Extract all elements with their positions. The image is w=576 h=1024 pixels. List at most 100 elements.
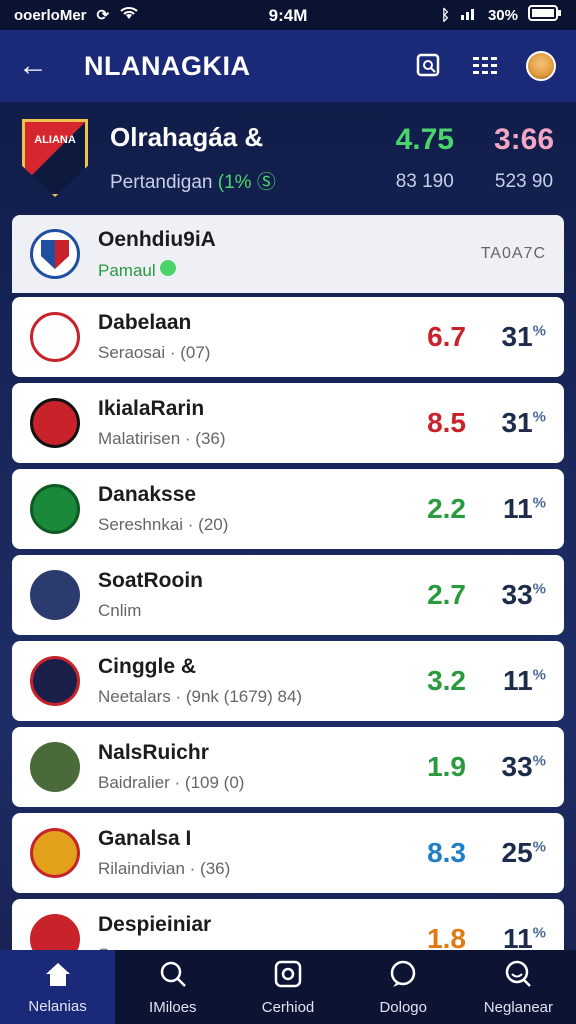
team-logo — [30, 656, 80, 706]
team-logo — [30, 742, 80, 792]
sync-icon: ⟳ — [96, 7, 110, 24]
battery-label: 30% — [487, 6, 518, 24]
list-header-name: Oenhdiu9iA — [98, 227, 216, 251]
team-percentage: 31% — [466, 407, 547, 439]
percent-sign: % — [532, 580, 546, 598]
team-percentage: 33% — [466, 579, 547, 611]
app-header: ← NLANAGKIA — [0, 30, 576, 102]
list-header-sub-text: Pamaul — [98, 260, 156, 280]
profile-button[interactable] — [524, 49, 558, 83]
team-name: Despieiniar — [98, 913, 394, 937]
team-rating: 8.3 — [427, 837, 466, 868]
team-logo — [30, 828, 80, 878]
search-box-icon[interactable] — [412, 49, 446, 83]
percent-sign: % — [532, 838, 546, 856]
status-dot-icon — [160, 259, 177, 276]
search-icon — [158, 959, 188, 993]
team-percentage: 33% — [466, 751, 547, 783]
team-rating: 1.9 — [427, 751, 466, 782]
summary-name: Olrahagáa & — [110, 122, 264, 152]
status-time: 9:4M — [268, 6, 308, 25]
team-name: Cinggle & — [98, 655, 394, 679]
team-percentage-value: 11 — [503, 493, 533, 524]
team-logo — [30, 229, 80, 279]
team-percentage-value: 31 — [501, 321, 533, 352]
page-title: NLANAGKIA — [84, 50, 251, 81]
team-name-text: Ganalsa I — [98, 827, 192, 850]
nav-label: Neglanear — [483, 998, 554, 1016]
team-name: Danaksse — [98, 483, 394, 507]
team-subtitle: Sereshnkai · (20) — [98, 515, 229, 534]
bluetooth-icon: ᛒ — [440, 6, 450, 24]
summary-value-1: 4.75 — [395, 123, 454, 156]
back-button[interactable]: ← — [18, 49, 58, 83]
list-item[interactable]: IkialaRarin Malatirisen · (36) 8.5 31% — [12, 383, 564, 463]
carrier-label: ooerloMer — [14, 6, 87, 24]
bottom-nav: Nelanias IMiloes Cerhiod Dologo Neglanea… — [0, 950, 576, 1024]
nav-item-camera[interactable]: Cerhiod — [230, 950, 345, 1024]
grid-menu-icon[interactable] — [468, 49, 502, 83]
team-name: NalsRuichr — [98, 741, 394, 765]
nav-item-search[interactable]: IMiloes — [115, 950, 230, 1024]
ranking-list: Oenhdiu9iA Pamaul TA0A7C Dabelaan Seraos… — [12, 215, 564, 985]
team-logo — [30, 398, 80, 448]
team-logo — [30, 312, 80, 362]
team-subtitle: Malatirisen · (36) — [98, 429, 226, 448]
team-rating: 2.7 — [427, 579, 466, 610]
team-name-text: Despieiniar — [98, 913, 212, 936]
home-icon — [43, 960, 73, 992]
percent-sign: % — [532, 666, 546, 684]
nav-label: Dologo — [379, 998, 427, 1016]
team-name-text: IkialaRarin — [98, 397, 205, 420]
team-name: SoatRooin — [98, 569, 394, 593]
signal-icon — [460, 6, 478, 24]
team-percentage-value: 33 — [501, 579, 533, 610]
summary-value-2-sub: 523 90 — [494, 171, 554, 192]
team-name-text: Danaksse — [98, 483, 197, 506]
arrow-left-icon: ← — [18, 49, 48, 82]
team-logo — [30, 570, 80, 620]
team-subtitle: Cnlim — [98, 601, 142, 620]
camera-icon — [273, 959, 303, 993]
list-item[interactable]: SoatRooin Cnlim 2.7 33% — [12, 555, 564, 635]
team-percentage-value: 31 — [501, 407, 533, 438]
profile-search-icon — [503, 959, 533, 993]
chat-icon — [388, 959, 418, 993]
percent-sign: % — [532, 924, 546, 942]
team-percentage-value: 11 — [503, 665, 533, 696]
nav-label: IMiloes — [149, 998, 197, 1016]
summary-panel: ALIANA Olrahagáa & Pertandigan (1% Ⓢ 4.7… — [0, 102, 576, 214]
percent-sign: % — [532, 752, 546, 770]
team-percentage: 11% — [466, 493, 546, 525]
team-percentage: 31% — [466, 321, 547, 353]
team-subtitle: Neetalars · (9nk (1679) 84) — [98, 687, 303, 706]
team-name-text: Dabelaan — [98, 311, 192, 334]
list-item[interactable]: Danaksse Sereshnkai · (20) 2.2 11% — [12, 469, 564, 549]
list-item[interactable]: NalsRuichr Baidralier · (109 (0) 1.9 33% — [12, 727, 564, 807]
team-rating: 2.2 — [427, 493, 466, 524]
team-name: IkialaRarin — [98, 397, 394, 421]
team-name: Ganalsa I — [98, 827, 394, 851]
team-logo — [30, 484, 80, 534]
list-item[interactable]: Dabelaan Seraosai · (07) 6.7 31% — [12, 297, 564, 377]
summary-value-1-sub: 83 190 — [395, 171, 454, 192]
list-item[interactable]: Cinggle & Neetalars · (9nk (1679) 84) 3.… — [12, 641, 564, 721]
avatar — [526, 51, 556, 81]
status-bar: ooerloMer ⟳ 9:4M ᛒ 30% — [0, 0, 576, 30]
crest-text: ALIANA — [34, 134, 76, 146]
nav-item-profile-search[interactable]: Neglanear — [461, 950, 576, 1024]
list-header-tag: TA0A7C — [480, 245, 546, 262]
check-circle-icon: Ⓢ — [256, 172, 276, 193]
team-rating: 8.5 — [427, 407, 466, 438]
team-name-text: NalsRuichr — [98, 741, 209, 764]
nav-item-home[interactable]: Nelanias — [0, 950, 116, 1024]
nav-label: Nelanias — [28, 997, 87, 1015]
team-name-text: SoatRooin — [98, 569, 203, 592]
list-item[interactable]: Ganalsa I Rilaindivian · (36) 8.3 25% — [12, 813, 564, 893]
wifi-icon — [119, 5, 139, 25]
team-name: Dabelaan — [98, 311, 394, 335]
team-subtitle: Seraosai · (07) — [98, 343, 211, 362]
nav-item-chat[interactable]: Dologo — [346, 950, 461, 1024]
list-header-card[interactable]: Oenhdiu9iA Pamaul TA0A7C — [12, 215, 564, 293]
team-percentage-value: 25 — [501, 837, 533, 868]
